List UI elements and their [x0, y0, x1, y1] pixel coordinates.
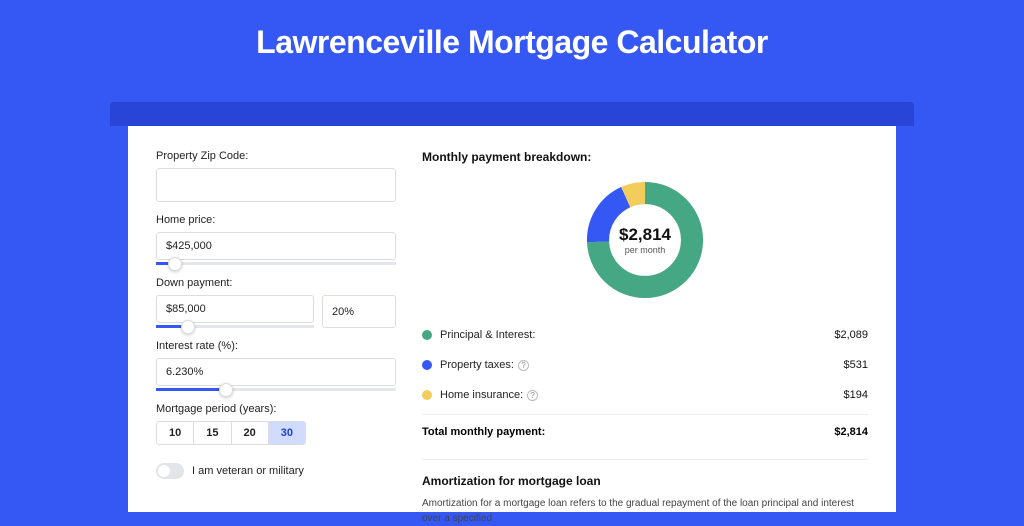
donut-chart-wrap: $2,814 per month	[422, 178, 868, 302]
legend-swatch	[422, 360, 432, 370]
home-price-group: Home price:	[156, 214, 396, 265]
donut-sub: per month	[619, 245, 671, 255]
interest-rate-group: Interest rate (%):	[156, 340, 396, 391]
interest-rate-slider[interactable]	[156, 388, 396, 391]
period-btn-20[interactable]: 20	[231, 422, 268, 444]
breakdown-row-0: Principal & Interest:$2,089	[422, 320, 868, 350]
amortization-title: Amortization for mortgage loan	[422, 474, 868, 488]
breakdown-label: Principal & Interest:	[440, 329, 834, 341]
legend-swatch	[422, 390, 432, 400]
calculator-card: Property Zip Code: Home price: Down paym…	[128, 126, 896, 512]
page-title: Lawrenceville Mortgage Calculator	[0, 0, 1024, 79]
veteran-toggle[interactable]	[156, 463, 184, 479]
down-payment-pct-input[interactable]	[322, 295, 396, 328]
period-btn-30[interactable]: 30	[268, 422, 305, 444]
down-payment-group: Down payment:	[156, 277, 396, 328]
breakdown-row-2: Home insurance:?$194	[422, 380, 868, 410]
donut-amount: $2,814	[619, 225, 671, 245]
breakdown-list: Principal & Interest:$2,089Property taxe…	[422, 320, 868, 410]
slider-thumb[interactable]	[181, 320, 195, 334]
interest-rate-input[interactable]	[156, 358, 396, 386]
veteran-label: I am veteran or military	[192, 465, 304, 477]
divider	[422, 459, 868, 460]
info-icon[interactable]: ?	[518, 360, 529, 371]
breakdown-label: Home insurance:?	[440, 389, 844, 401]
inputs-column: Property Zip Code: Home price: Down paym…	[156, 150, 396, 512]
slider-thumb[interactable]	[219, 383, 233, 397]
down-payment-input[interactable]	[156, 295, 314, 323]
period-btn-10[interactable]: 10	[157, 422, 193, 444]
breakdown-label: Property taxes:?	[440, 359, 844, 371]
total-row: Total monthly payment: $2,814	[422, 414, 868, 451]
interest-rate-label: Interest rate (%):	[156, 340, 396, 352]
breakdown-value: $531	[844, 359, 868, 371]
breakdown-value: $2,089	[834, 329, 868, 341]
breakdown-row-1: Property taxes:?$531	[422, 350, 868, 380]
period-label: Mortgage period (years):	[156, 403, 396, 415]
zip-group: Property Zip Code:	[156, 150, 396, 202]
zip-input[interactable]	[156, 168, 396, 202]
legend-swatch	[422, 330, 432, 340]
veteran-row: I am veteran or military	[156, 463, 396, 479]
donut-center-label: $2,814 per month	[619, 225, 671, 255]
breakdown-title: Monthly payment breakdown:	[422, 150, 868, 164]
header-band	[110, 102, 914, 126]
total-value: $2,814	[834, 426, 868, 438]
down-payment-slider[interactable]	[156, 325, 314, 328]
period-group: Mortgage period (years): 10152030	[156, 403, 396, 445]
total-label: Total monthly payment:	[422, 426, 545, 438]
period-selector: 10152030	[156, 421, 306, 445]
home-price-input[interactable]	[156, 232, 396, 260]
info-icon[interactable]: ?	[527, 390, 538, 401]
period-btn-15[interactable]: 15	[193, 422, 230, 444]
zip-label: Property Zip Code:	[156, 150, 396, 162]
down-payment-label: Down payment:	[156, 277, 396, 289]
breakdown-value: $194	[844, 389, 868, 401]
donut-chart: $2,814 per month	[583, 178, 707, 302]
results-column: Monthly payment breakdown: $2,814 per mo…	[422, 150, 868, 512]
slider-thumb[interactable]	[168, 257, 182, 271]
amortization-text: Amortization for a mortgage loan refers …	[422, 496, 868, 526]
home-price-slider[interactable]	[156, 262, 396, 265]
home-price-label: Home price:	[156, 214, 396, 226]
